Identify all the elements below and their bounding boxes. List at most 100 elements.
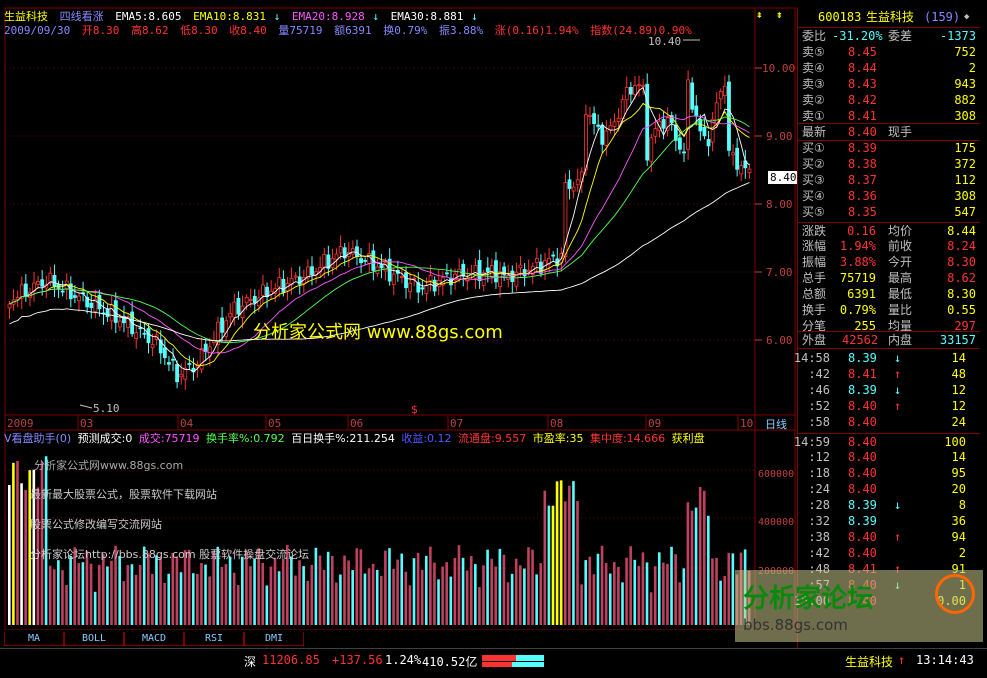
- volume-indicator-name[interactable]: V看盘助手(0): [4, 432, 71, 445]
- scroll-icon[interactable]: ◆: [964, 9, 969, 25]
- candle-body: [612, 121, 617, 127]
- candle-body: [604, 130, 609, 146]
- volume-bar: [498, 548, 502, 625]
- volume-bar: [653, 566, 657, 625]
- tick-time: :32: [808, 514, 830, 528]
- candle-body: [281, 278, 286, 293]
- volume-bar: [8, 485, 11, 625]
- volume-bar: [719, 580, 722, 625]
- volume-bar: [559, 480, 563, 625]
- indicator-tabs: MA BOLL MACD RSI DMI: [0, 632, 800, 646]
- volume-bar: [122, 581, 126, 625]
- index-pct: 1.24%: [385, 653, 422, 667]
- up-arrow-icon: ↑: [894, 530, 902, 544]
- candle-body: [408, 282, 413, 293]
- quote-panel: 600183 生益科技 (159) ◆ 委比 -31.20% 委差 -1373 …: [794, 8, 987, 648]
- volume-bar: [318, 555, 322, 625]
- volume-bar: [359, 549, 363, 625]
- latest-label: 最新: [802, 125, 827, 139]
- volume-bar: [649, 592, 653, 625]
- tab-rsi[interactable]: RSI: [184, 632, 244, 646]
- inner-value: 33157: [939, 333, 976, 347]
- candle-body: [575, 179, 580, 186]
- volume-bar: [343, 555, 346, 625]
- stat-value: 3.88%: [839, 255, 876, 269]
- book-level-label: 买④: [802, 189, 825, 203]
- volume-bar: [290, 556, 293, 625]
- volume-bar: [711, 558, 714, 625]
- candle-body: [637, 84, 641, 87]
- volume-bar: [690, 510, 694, 625]
- kline-chart[interactable]: $: [0, 0, 800, 630]
- book-volume: 2: [968, 61, 976, 75]
- watermark-line: 股票公式修改编写交流网站: [30, 518, 162, 531]
- status-stock[interactable]: 生益科技: [845, 653, 893, 670]
- candle-body: [7, 303, 12, 309]
- toolbar-up-icon[interactable]: ⇞: [756, 9, 768, 21]
- volume-bar: [420, 569, 424, 625]
- period-label[interactable]: 日线: [765, 416, 787, 432]
- stock-name-title: 生益科技: [866, 10, 915, 24]
- volume-bar: [269, 566, 273, 625]
- candle-body: [588, 114, 592, 117]
- volume-bar: [457, 545, 461, 625]
- candle-body: [105, 308, 110, 317]
- candle-body: [150, 344, 155, 349]
- book-level-label: 卖③: [802, 77, 825, 91]
- volume-bar: [474, 564, 477, 625]
- volume-bar: [167, 573, 171, 625]
- candle-body: [363, 259, 368, 262]
- index-amount: 410.52亿: [422, 655, 478, 669]
- logo-url: bbs.88gs.com: [743, 616, 848, 634]
- tab-boll[interactable]: BOLL: [64, 632, 124, 646]
- book-price: 8.39: [848, 141, 877, 155]
- tab-macd[interactable]: MACD: [124, 632, 184, 646]
- volume-bar: [400, 553, 404, 625]
- recover-value: 收益:0.12: [401, 432, 452, 445]
- volume-bar: [20, 483, 23, 625]
- candle-body: [134, 332, 139, 339]
- volume-bar: [281, 558, 285, 625]
- volume-bar: [613, 562, 616, 625]
- tab-dmi[interactable]: DMI: [244, 632, 304, 646]
- volume-bar: [723, 575, 726, 625]
- stat-label: 前收: [888, 239, 913, 253]
- candle-body: [167, 362, 171, 365]
- up-arrow-icon: ↑: [894, 399, 902, 413]
- toolbar-down-icon[interactable]: ⇟: [776, 9, 788, 21]
- ask-row: 卖③ 8.43 943: [798, 76, 980, 92]
- volume-bar: [335, 582, 338, 625]
- volume-bar: [478, 587, 481, 625]
- indicator-name[interactable]: 四线看涨: [60, 10, 104, 23]
- book-price: 8.44: [848, 61, 877, 75]
- volume-bar: [657, 552, 661, 625]
- bid-row: 买② 8.38 372: [798, 156, 980, 172]
- candle-body: [248, 299, 253, 301]
- volume-bar: [416, 552, 420, 625]
- tick-volume: 14: [951, 351, 966, 365]
- time-label: 06: [350, 417, 364, 430]
- tick-price: 8.40: [848, 530, 877, 544]
- status-up-icon: ↑: [898, 653, 906, 667]
- market-label: 深: [244, 655, 257, 669]
- candle-body: [236, 298, 241, 315]
- stat-row: 总额 6391 最低 8.30: [798, 286, 980, 302]
- candle-body: [477, 260, 482, 281]
- volume-bar: [543, 490, 547, 625]
- tick-time: :58: [808, 415, 830, 429]
- tick-time: :42: [808, 367, 830, 381]
- chart-area[interactable]: $ 生益科技 四线看涨 EMA5:8.605 EMA10:8.831 ↓ EMA…: [0, 0, 800, 630]
- low-marker: [79, 404, 93, 409]
- tab-ma[interactable]: MA: [4, 632, 64, 646]
- volume-bar: [518, 565, 522, 625]
- down-arrow-icon: ↓: [894, 383, 902, 397]
- tick-row: :28 8.39 ↓ 8: [798, 497, 980, 513]
- open-value: 开8.30: [81, 24, 120, 37]
- volume-bars: [8, 456, 751, 625]
- tick-price: 8.39: [848, 351, 877, 365]
- volume-bar: [441, 566, 444, 625]
- time-label: 09: [648, 417, 662, 430]
- price-label: 9.00: [766, 130, 793, 143]
- volume-bar: [621, 582, 624, 625]
- volume-bar: [363, 573, 367, 625]
